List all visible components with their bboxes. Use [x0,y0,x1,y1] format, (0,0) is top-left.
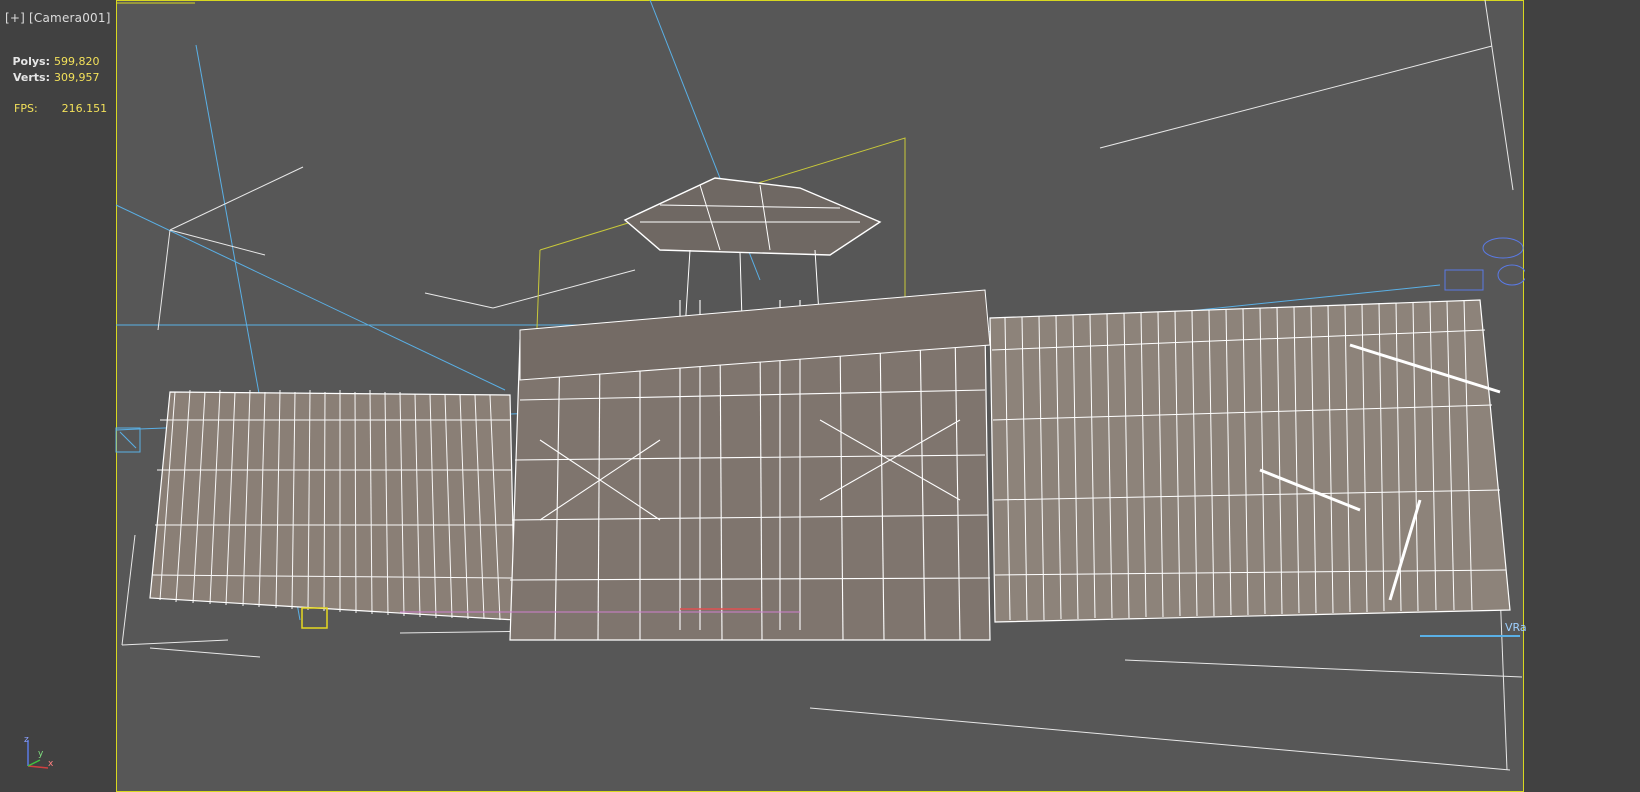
verts-value: 309,957 [54,71,100,84]
scene-canvas[interactable]: VRa [0,0,1640,792]
viewport-gutter [0,0,115,792]
axis-gizmo: z x y [24,735,54,769]
y-axis-label: y [38,749,44,759]
y-axis-line [27,759,41,767]
viewport-camera-menu[interactable]: [Camera001] [29,11,111,25]
z-axis-label: z [24,735,29,745]
x-axis-label: x [48,759,54,769]
fps-value: 216.151 [61,102,108,115]
fps-label: FPS: [14,102,38,115]
camera-viewport[interactable]: VRa [+] [Camera001] Polys: 599,820 Verts:… [0,0,1640,792]
x-axis-line [27,765,49,769]
fps-stat: FPS: 216.151 [14,102,107,115]
renderer-tag: VRa [1505,621,1527,634]
viewport-right-gutter [1525,0,1640,792]
polys-label: Polys: [12,55,50,68]
verts-label: Verts: [12,71,50,84]
polys-stat: Polys: 599,820 [10,55,100,68]
polys-value: 599,820 [54,55,100,68]
verts-stat: Verts: 309,957 [10,71,100,84]
viewport-plus-menu[interactable]: [+] [5,11,25,25]
viewport-label: [+] [Camera001] [5,11,111,25]
